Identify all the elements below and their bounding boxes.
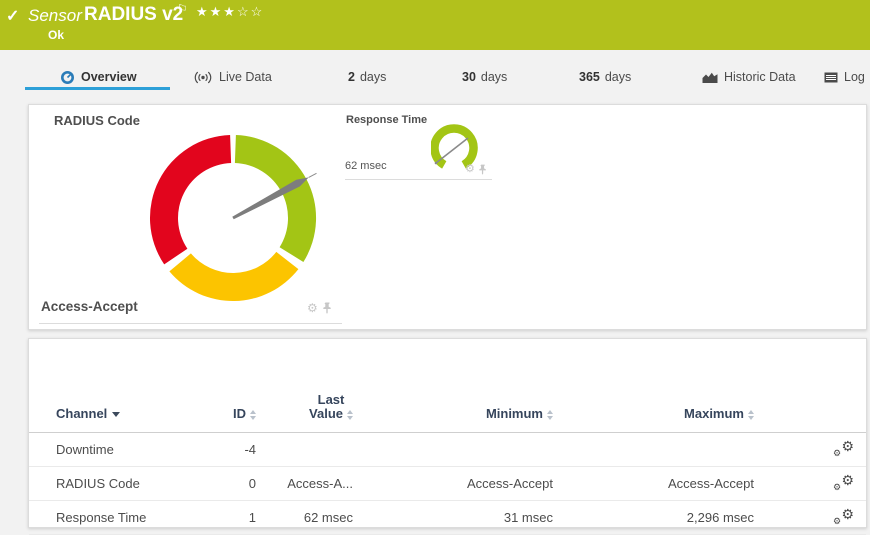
table-header-row: Channel ID Last Value Minimum Maximum bbox=[29, 339, 866, 433]
cell-channel[interactable]: RADIUS Code bbox=[56, 476, 219, 491]
channel-settings-icon[interactable]: ⚙ ⚙ bbox=[832, 506, 854, 526]
tab-30-days-label: days bbox=[480, 70, 508, 84]
column-header-minimum-label: Minimum bbox=[485, 406, 543, 421]
status-check-icon: ✓ bbox=[6, 8, 20, 25]
table-row-downtime: Downtime -4 ⚙ ⚙ bbox=[29, 433, 866, 467]
priority-flag-icon[interactable]: ⚐ bbox=[177, 2, 188, 16]
radius-code-gauge bbox=[149, 135, 317, 302]
tab-historic-data-label: Historic Data bbox=[724, 70, 796, 84]
tab-overview-label: Overview bbox=[81, 70, 137, 84]
column-header-channel-label: Channel bbox=[56, 406, 108, 421]
gear-icon: ⚙ bbox=[833, 516, 842, 526]
priority-stars[interactable]: ★★★☆☆ bbox=[196, 4, 264, 20]
table-row-radius-code: RADIUS Code 0 Access-A... Access-Accept … bbox=[29, 467, 866, 501]
tab-365-days-label: days bbox=[604, 70, 632, 84]
cell-maximum: Access-Accept bbox=[668, 476, 754, 491]
column-header-last-value[interactable]: Last Value bbox=[256, 393, 353, 421]
tab-overview[interactable]: Overview bbox=[60, 65, 137, 89]
gear-icon: ⚙ bbox=[841, 506, 854, 522]
tab-log-label: Log bbox=[844, 70, 865, 84]
cell-id: 0 bbox=[248, 476, 256, 491]
sensor-kind-label: Sensor bbox=[28, 6, 82, 25]
pin-icon[interactable] bbox=[479, 164, 487, 175]
sensor-title: RADIUS v2 bbox=[84, 4, 184, 25]
column-header-maximum-label: Maximum bbox=[684, 406, 744, 421]
pin-icon[interactable] bbox=[323, 302, 332, 314]
gear-icon: ⚙ bbox=[841, 472, 854, 488]
gauge-needle-tip bbox=[308, 172, 317, 178]
sort-icon bbox=[748, 409, 754, 420]
gear-icon: ⚙ bbox=[833, 448, 842, 458]
mini-cell-divider bbox=[345, 179, 492, 180]
column-header-channel[interactable]: Channel bbox=[56, 406, 219, 421]
live-signal-icon bbox=[194, 71, 212, 83]
gear-icon[interactable]: ⚙ bbox=[465, 164, 475, 175]
column-header-value-label: Value bbox=[309, 406, 343, 421]
column-header-id[interactable]: ID bbox=[219, 406, 256, 421]
gauge-segment-error bbox=[149, 135, 232, 265]
channel-settings-icon[interactable]: ⚙ ⚙ bbox=[832, 472, 854, 492]
column-header-id-label: ID bbox=[233, 406, 246, 421]
cell-last-value: Access-A... bbox=[287, 476, 353, 491]
sensor-status-text: Ok bbox=[48, 28, 65, 42]
gear-icon: ⚙ bbox=[841, 438, 854, 454]
active-tab-underline bbox=[25, 87, 170, 90]
gear-icon: ⚙ bbox=[833, 482, 842, 492]
cell-minimum: Access-Accept bbox=[467, 476, 553, 491]
tab-30-days-number: 30 bbox=[462, 70, 476, 84]
channels-table-panel: Channel ID Last Value Minimum Maximum Do… bbox=[28, 338, 867, 535]
gauge-icon bbox=[61, 70, 74, 84]
column-header-last-label: Last bbox=[317, 392, 345, 407]
channel-settings-icon[interactable]: ⚙ ⚙ bbox=[832, 438, 854, 458]
tab-2-days[interactable]: 2 days bbox=[348, 65, 386, 89]
overview-gauges-panel: RADIUS Code Access-Accept ⚙ Response Tim… bbox=[28, 104, 867, 330]
mini-gauge-needle-hub bbox=[434, 161, 438, 165]
column-header-maximum[interactable]: Maximum bbox=[553, 406, 754, 421]
cell-id: -4 bbox=[244, 442, 256, 457]
sort-desc-icon bbox=[112, 412, 121, 418]
gauge-cell-divider bbox=[39, 323, 342, 324]
cell-channel[interactable]: Downtime bbox=[56, 442, 219, 457]
mini-gauge-needle bbox=[435, 137, 469, 164]
tab-log[interactable]: Log bbox=[824, 65, 865, 89]
sensor-status-header: ✓ Sensor RADIUS v2 ⚐ ★★★☆☆ Ok bbox=[0, 0, 870, 50]
area-chart-icon bbox=[702, 72, 718, 83]
tab-2-days-number: 2 bbox=[348, 70, 355, 84]
tab-365-days-number: 365 bbox=[579, 70, 600, 84]
gauge-segment-warning bbox=[169, 251, 299, 302]
gear-icon[interactable]: ⚙ bbox=[307, 302, 318, 314]
tab-live-data-label: Live Data bbox=[219, 70, 272, 84]
tab-historic-data[interactable]: Historic Data bbox=[702, 65, 796, 89]
tab-bar: Overview Live Data 2 days 30 days 365 da… bbox=[0, 62, 870, 92]
tab-365-days[interactable]: 365 days bbox=[579, 65, 631, 89]
gauge-status-label: Access-Accept bbox=[41, 299, 138, 314]
tab-live-data[interactable]: Live Data bbox=[193, 65, 272, 89]
response-time-value: 62 msec bbox=[345, 160, 387, 172]
tab-30-days[interactable]: 30 days bbox=[462, 65, 507, 89]
log-list-icon bbox=[824, 72, 838, 82]
column-header-minimum[interactable]: Minimum bbox=[353, 406, 553, 421]
gauge-title-response-time: Response Time bbox=[346, 114, 428, 126]
table-row-response-time: Response Time 1 62 msec 31 msec 2,296 ms… bbox=[29, 501, 866, 535]
tab-2-days-label: days bbox=[359, 70, 387, 84]
